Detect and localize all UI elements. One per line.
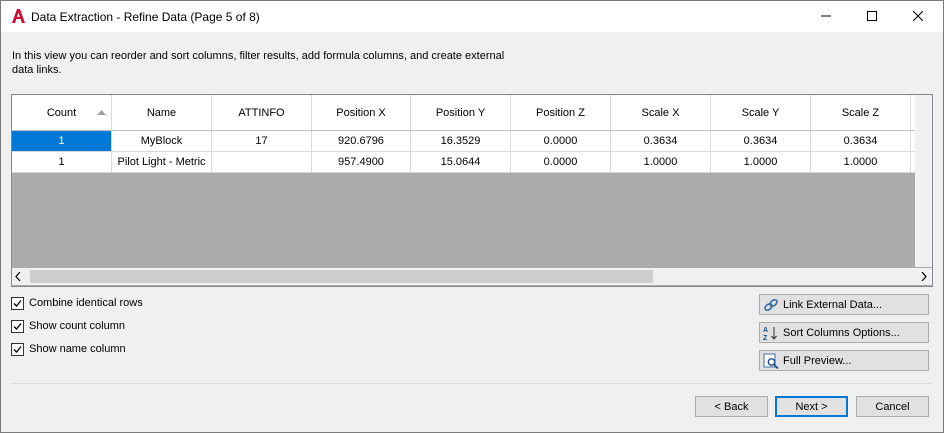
- column-header-position-z[interactable]: Position Z: [511, 95, 611, 131]
- table-cell[interactable]: 0.3634: [811, 131, 911, 152]
- instructions-text: In this view you can reorder and sort co…: [12, 50, 505, 76]
- window-title: Data Extraction - Refine Data (Page 5 of…: [31, 10, 260, 24]
- sort-columns-options-label: Sort Columns Options...: [783, 326, 900, 339]
- minimize-button[interactable]: [803, 1, 849, 32]
- show-name-option[interactable]: Show name column: [11, 341, 126, 357]
- combine-rows-option[interactable]: Combine identical rows: [11, 295, 143, 311]
- column-header-label: Position X: [336, 106, 386, 119]
- maximize-button[interactable]: [849, 1, 895, 32]
- footer-divider: [11, 383, 931, 384]
- autocad-app-icon: [12, 9, 25, 23]
- sort-ascending-icon: [97, 110, 106, 115]
- table-cell[interactable]: 1.0000: [811, 152, 911, 173]
- table-row[interactable]: 1 MyBlock 17 920.6796 16.3529 0.0000 0.3…: [12, 131, 932, 152]
- full-preview-label: Full Preview...: [783, 354, 852, 367]
- scroll-right-icon[interactable]: [921, 272, 927, 281]
- full-preview-button[interactable]: Full Preview...: [759, 350, 929, 371]
- horizontal-scrollbar[interactable]: [12, 268, 932, 285]
- column-header-count[interactable]: Count: [12, 95, 112, 131]
- back-button[interactable]: < Back: [695, 396, 768, 417]
- column-header-label: Scale X: [641, 106, 680, 119]
- show-name-checkbox[interactable]: [11, 342, 24, 356]
- table-cell[interactable]: 1: [12, 131, 112, 152]
- minimize-icon: [821, 15, 831, 17]
- checkmark-icon: [13, 322, 22, 330]
- close-icon: [913, 11, 923, 21]
- column-header-label: Scale Y: [741, 106, 780, 119]
- link-icon: [764, 298, 778, 311]
- link-external-data-label: Link External Data...: [783, 298, 883, 311]
- checkmark-icon: [13, 345, 22, 353]
- column-header-label: Count: [46, 106, 77, 119]
- sort-columns-options-button[interactable]: A Z Sort Columns Options...: [759, 322, 929, 343]
- cancel-button[interactable]: Cancel: [856, 396, 929, 417]
- scrollbar-thumb[interactable]: [30, 270, 653, 283]
- table-cell[interactable]: 0.0000: [511, 131, 611, 152]
- vertical-scrollbar[interactable]: [915, 95, 932, 267]
- maximize-icon: [867, 11, 877, 21]
- table-cell[interactable]: 920.6796: [312, 131, 411, 152]
- svg-text:A: A: [763, 327, 768, 334]
- column-header-label: Scale Z: [841, 106, 880, 119]
- close-button[interactable]: [895, 1, 941, 32]
- table-row[interactable]: 1 Pilot Light - Metric 957.4900 15.0644 …: [12, 152, 932, 173]
- combine-rows-label: Combine identical rows: [29, 297, 143, 309]
- column-header-label: Position Z: [536, 106, 585, 119]
- combine-rows-checkbox[interactable]: [11, 296, 24, 310]
- table-cell[interactable]: 1: [12, 152, 112, 173]
- svg-text:Z: Z: [763, 335, 768, 341]
- checkmark-icon: [13, 299, 22, 307]
- show-count-option[interactable]: Show count column: [11, 318, 125, 334]
- preview-icon: [763, 353, 779, 369]
- title-bar: Data Extraction - Refine Data (Page 5 of…: [1, 1, 943, 32]
- column-header-position-y[interactable]: Position Y: [411, 95, 511, 131]
- next-button[interactable]: Next >: [775, 396, 848, 417]
- column-header-name[interactable]: Name: [112, 95, 212, 131]
- column-header-label: Name: [146, 106, 177, 119]
- data-grid[interactable]: Count Name ATTINFO Position X Position Y…: [11, 94, 933, 287]
- column-header-label: Position Y: [435, 106, 486, 119]
- table-cell[interactable]: 1.0000: [611, 152, 711, 173]
- show-count-label: Show count column: [29, 320, 125, 332]
- link-external-data-button[interactable]: Link External Data...: [759, 294, 929, 315]
- table-cell[interactable]: 0.3634: [711, 131, 811, 152]
- table-cell[interactable]: MyBlock: [112, 131, 212, 152]
- scroll-left-icon[interactable]: [15, 272, 21, 281]
- column-header-scale-y[interactable]: Scale Y: [711, 95, 811, 131]
- table-cell[interactable]: 16.3529: [411, 131, 511, 152]
- column-header-scale-z[interactable]: Scale Z: [811, 95, 911, 131]
- column-header-position-x[interactable]: Position X: [312, 95, 411, 131]
- column-header-label: ATTINFO: [238, 106, 285, 119]
- show-count-checkbox[interactable]: [11, 319, 24, 333]
- dialog-window: Data Extraction - Refine Data (Page 5 of…: [0, 0, 944, 433]
- table-cell[interactable]: Pilot Light - Metric: [112, 152, 212, 173]
- sort-az-icon: A Z: [763, 326, 777, 341]
- column-header-scale-x[interactable]: Scale X: [611, 95, 711, 131]
- show-name-label: Show name column: [29, 343, 126, 355]
- table-cell[interactable]: 0.3634: [611, 131, 711, 152]
- table-cell[interactable]: 1.0000: [711, 152, 811, 173]
- table-cell[interactable]: 15.0644: [411, 152, 511, 173]
- table-cell[interactable]: 957.4900: [312, 152, 411, 173]
- column-header-attinfo[interactable]: ATTINFO: [212, 95, 312, 131]
- table-cell[interactable]: 0.0000: [511, 152, 611, 173]
- grid-header: Count Name ATTINFO Position X Position Y…: [12, 95, 932, 131]
- table-cell[interactable]: 17: [212, 131, 312, 152]
- table-cell[interactable]: [212, 152, 312, 173]
